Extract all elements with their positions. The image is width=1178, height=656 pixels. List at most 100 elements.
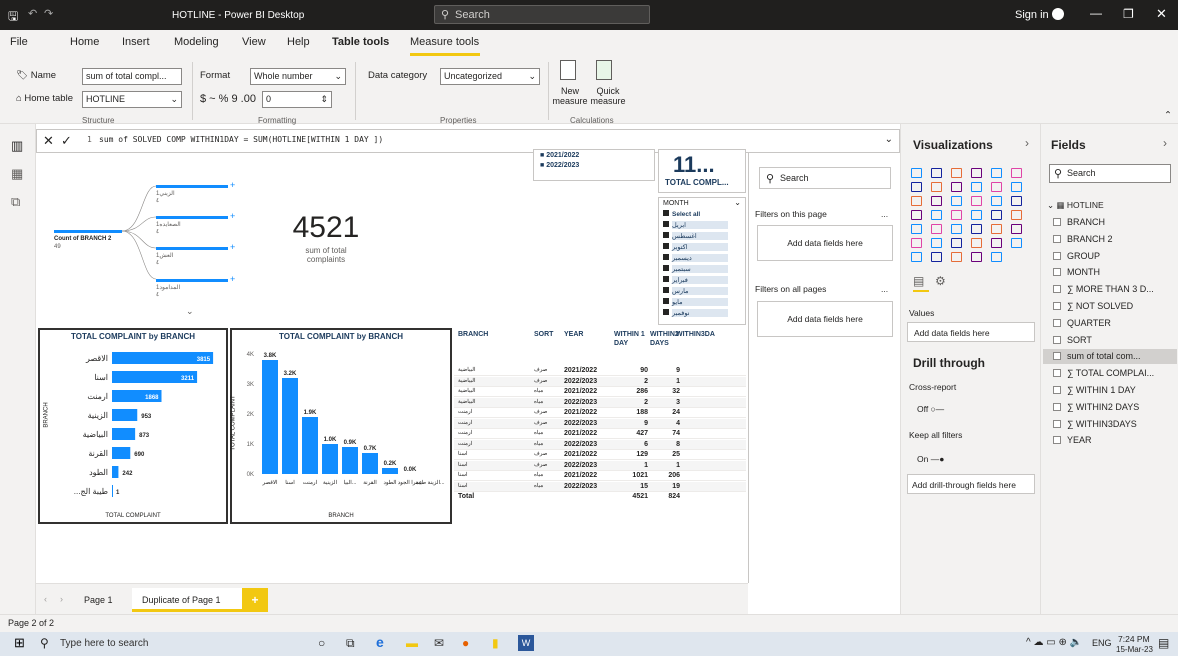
visual-type-icon[interactable] xyxy=(911,168,922,178)
field-checkbox[interactable] xyxy=(1053,318,1061,327)
field-item[interactable]: GROUP xyxy=(1067,251,1100,261)
visual-type-icon[interactable] xyxy=(971,252,982,262)
slicer-item[interactable]: فبراير xyxy=(663,276,735,286)
home-table-select[interactable]: HOTLINE ⌄ xyxy=(82,91,182,108)
table-row[interactable] xyxy=(454,408,746,418)
field-item[interactable]: ∑ MORE THAN 3 D... xyxy=(1067,284,1154,294)
new-measure-icon[interactable] xyxy=(560,60,576,80)
firefox-icon[interactable]: ● xyxy=(462,636,469,650)
vbar-bar[interactable] xyxy=(302,417,318,474)
slicer-item[interactable]: ■ 2021/2022 xyxy=(540,152,579,159)
visual-type-icon[interactable] xyxy=(911,238,922,248)
expand-node-icon[interactable]: + xyxy=(230,211,235,221)
powerbi-icon[interactable]: ▮ xyxy=(492,636,499,650)
hbar-chart[interactable]: TOTAL COMPLAINT by BRANCH BRANCH الاقصر 3… xyxy=(38,328,228,524)
filter-search-input[interactable]: ⚲ Search xyxy=(759,167,891,189)
decomp-root-bar[interactable] xyxy=(54,230,122,233)
slicer-item[interactable]: نوفمبر xyxy=(663,309,735,319)
expand-formula-icon[interactable]: ⌄ xyxy=(885,134,893,145)
chevron-right-icon[interactable]: › xyxy=(1163,136,1167,150)
visual-type-icon[interactable] xyxy=(951,196,962,206)
table-header[interactable]: WITHIN3DA xyxy=(676,330,736,339)
vbar-bar[interactable] xyxy=(282,378,298,474)
slicer-item[interactable]: سبتمبر xyxy=(663,265,735,275)
quick-measure-button[interactable]: Quick measure xyxy=(588,86,628,106)
table-header[interactable]: WITHIN 1 DAY xyxy=(614,330,648,348)
decomp-node-4[interactable] xyxy=(156,279,228,282)
visual-type-icon[interactable] xyxy=(971,182,982,192)
table-header[interactable]: YEAR xyxy=(564,330,598,339)
visual-type-icon[interactable] xyxy=(971,168,982,178)
menu-modeling[interactable]: Modeling xyxy=(174,36,219,48)
visual-type-icon[interactable] xyxy=(931,252,942,262)
visual-type-icon[interactable] xyxy=(951,252,962,262)
model-view-icon[interactable]: ⧉ xyxy=(11,194,20,210)
table-row[interactable] xyxy=(454,450,746,460)
visual-type-icon[interactable] xyxy=(951,238,962,248)
visual-type-icon[interactable] xyxy=(971,224,982,234)
undo-icon[interactable]: ↶ xyxy=(28,7,37,20)
field-checkbox[interactable] xyxy=(1053,218,1061,226)
menu-home[interactable]: Home xyxy=(70,36,99,48)
visual-type-icon[interactable] xyxy=(971,210,982,220)
menu-insert[interactable]: Insert xyxy=(122,36,150,48)
visual-type-icon[interactable] xyxy=(991,238,1002,248)
hbar-bar[interactable] xyxy=(112,466,119,478)
menu-measure-tools[interactable]: Measure tools xyxy=(410,36,479,48)
edge-icon[interactable]: e xyxy=(376,634,384,650)
visual-type-icon[interactable] xyxy=(931,238,942,248)
restore-button[interactable]: ❐ xyxy=(1123,7,1134,21)
visual-type-icon[interactable] xyxy=(911,182,922,192)
menu-file[interactable]: File xyxy=(10,36,28,48)
visual-type-icon[interactable] xyxy=(931,168,942,178)
visual-type-icon[interactable] xyxy=(1011,196,1022,206)
chevron-down-icon[interactable]: ⌄ xyxy=(186,306,194,317)
commit-formula-icon[interactable]: ✓ xyxy=(61,133,72,149)
visual-type-icon[interactable] xyxy=(931,210,942,220)
field-item[interactable]: SORT xyxy=(1067,335,1092,345)
save-icon[interactable]: 🖫 xyxy=(8,7,18,28)
field-item[interactable]: BRANCH 2 xyxy=(1067,234,1113,244)
month-slicer[interactable]: MONTH ⌄ Select all ابريل اغسطس اكتوبر ديسمبر… xyxy=(658,197,746,325)
field-item[interactable]: ∑ WITHIN2 DAYS xyxy=(1067,402,1139,412)
word-icon[interactable]: W xyxy=(518,635,534,651)
quick-measure-icon[interactable] xyxy=(596,60,612,80)
field-checkbox[interactable] xyxy=(1053,234,1061,243)
hbar-bar[interactable] xyxy=(112,428,136,440)
more-options-icon[interactable]: ... xyxy=(881,284,888,294)
more-options-icon[interactable]: ... xyxy=(881,209,888,219)
cancel-formula-icon[interactable]: ✕ xyxy=(43,133,54,149)
notifications-icon[interactable]: ▤ xyxy=(1158,636,1169,650)
visual-type-icon[interactable] xyxy=(991,168,1002,178)
visual-type-icon[interactable] xyxy=(931,196,942,206)
visual-type-icon[interactable] xyxy=(991,252,1002,262)
file-explorer-icon[interactable]: ▬ xyxy=(406,636,418,650)
system-tray-icons[interactable]: ^ ☁ ▭ ⊕ 🔈 xyxy=(1026,637,1082,648)
visual-type-icon[interactable] xyxy=(991,196,1002,206)
add-page-filter-well[interactable]: Add data fields here xyxy=(757,225,893,261)
table-node-hotline[interactable]: ⌄ ▦ HOTLINE xyxy=(1047,200,1104,211)
visual-type-icon[interactable] xyxy=(991,224,1002,234)
table-row[interactable] xyxy=(454,397,746,408)
visual-type-icon[interactable] xyxy=(1011,224,1022,234)
decomp-node-2[interactable] xyxy=(156,216,228,219)
report-view-icon[interactable]: ▥ xyxy=(11,138,23,154)
visual-type-icon[interactable] xyxy=(951,182,962,192)
chevron-down-icon[interactable]: ⌄ xyxy=(734,198,741,207)
year-slicer[interactable]: ■ 2021/2022 ■ 2022/2023 xyxy=(533,149,655,181)
visual-type-icon[interactable] xyxy=(931,224,942,234)
table-row[interactable] xyxy=(454,429,746,439)
format-select[interactable]: Whole number ⌄ xyxy=(250,68,346,85)
table-header[interactable]: SORT xyxy=(534,330,568,339)
field-checkbox[interactable] xyxy=(1053,251,1061,260)
new-measure-button[interactable]: New measure xyxy=(550,86,590,106)
visual-type-icon[interactable] xyxy=(951,210,962,220)
avatar[interactable] xyxy=(1052,8,1064,20)
vbar-bar[interactable] xyxy=(322,444,338,474)
table-row[interactable] xyxy=(454,439,746,450)
values-well[interactable]: Add data fields here xyxy=(907,322,1035,342)
matrix-table[interactable]: BRANCH SORT YEAR WITHIN 1 DAY WITHIN2 DAYS WI… xyxy=(454,328,754,524)
field-checkbox[interactable] xyxy=(1053,369,1061,378)
add-page-button[interactable]: + xyxy=(242,588,268,612)
table-row[interactable] xyxy=(454,471,746,481)
